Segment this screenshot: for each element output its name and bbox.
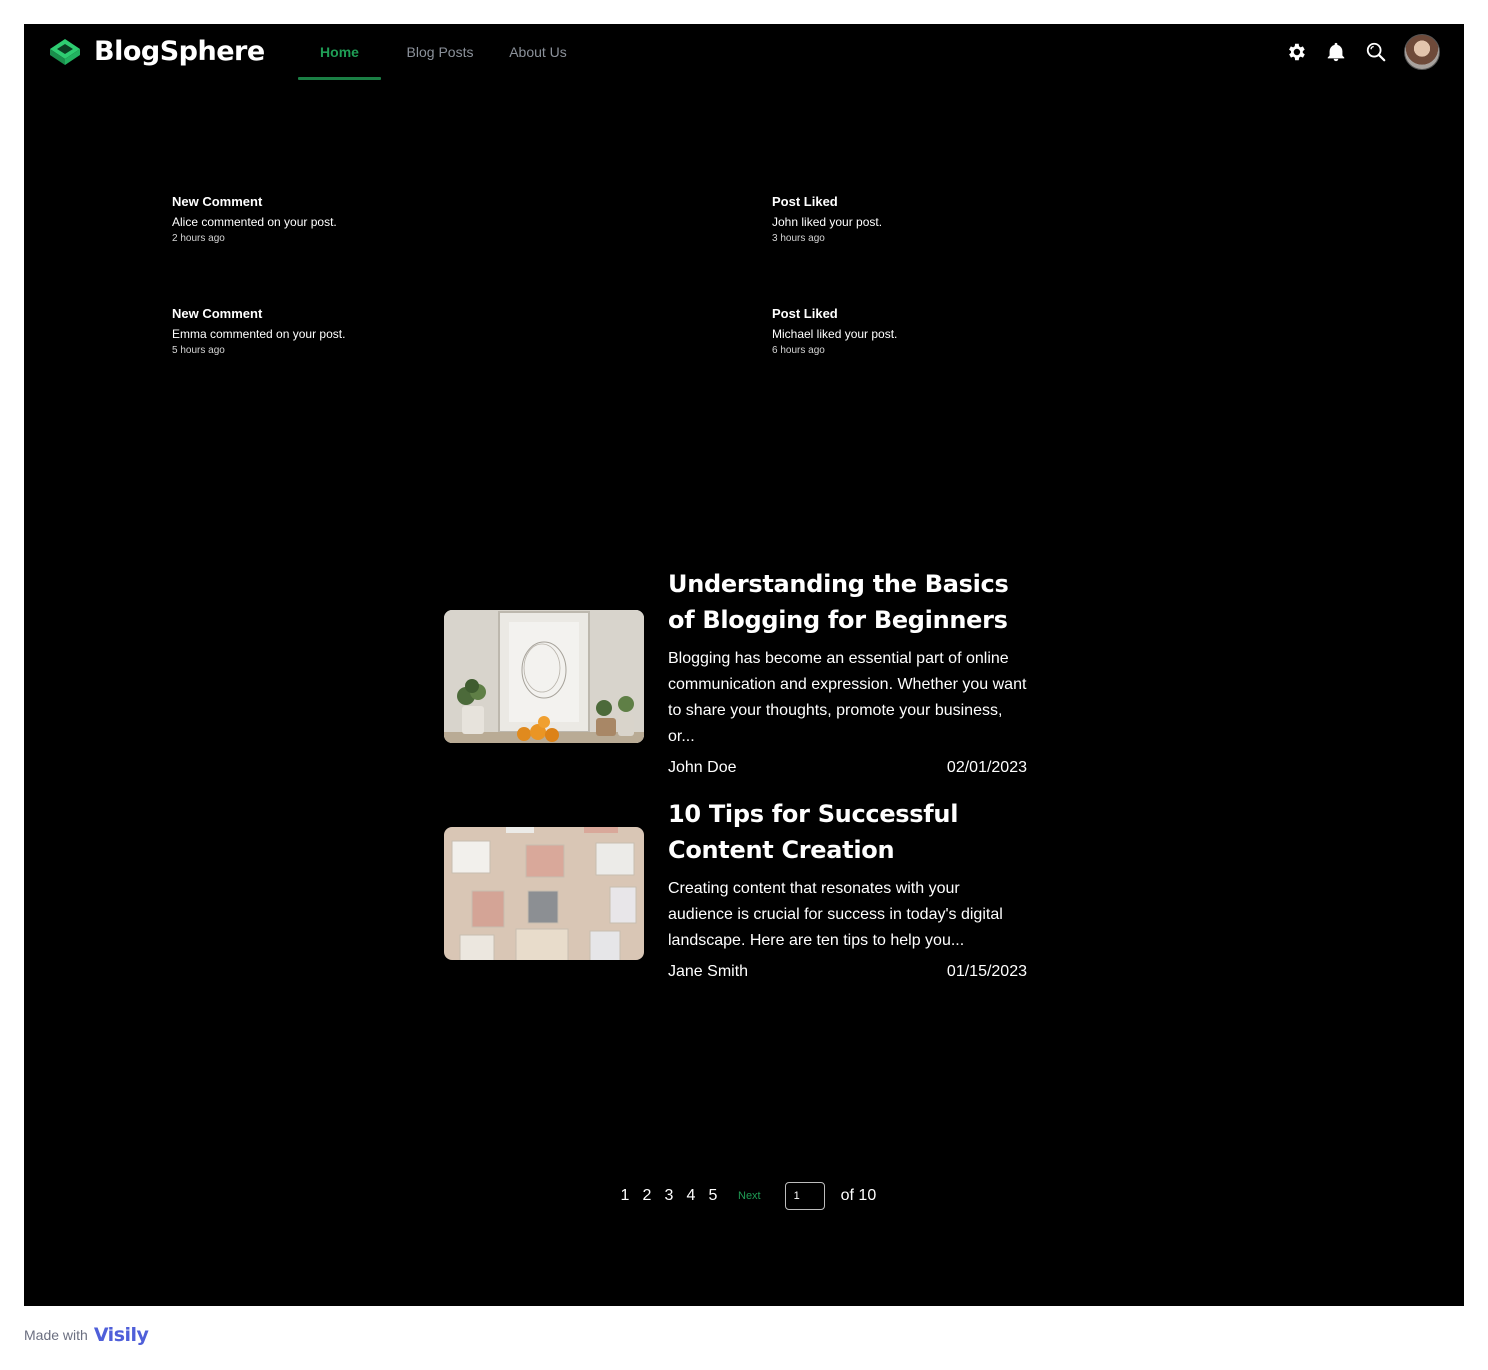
post-meta: Jane Smith 01/15/2023 — [668, 962, 1027, 982]
page-link[interactable]: 3 — [658, 1187, 680, 1205]
tab-blog-posts[interactable]: Blog Posts — [391, 24, 489, 80]
page-total: of 10 — [840, 1187, 877, 1204]
logo-icon — [50, 39, 80, 65]
post-author: Jane Smith — [668, 963, 749, 980]
search-icon[interactable] — [1364, 40, 1388, 64]
post-excerpt: Creating content that resonates with you… — [668, 880, 1003, 949]
post-title[interactable]: Understanding the Basics of Blogging for… — [668, 566, 1027, 638]
page-link[interactable]: 1 — [614, 1187, 636, 1205]
page-link[interactable]: 2 — [636, 1187, 658, 1205]
notification-title: New Comment — [172, 306, 263, 321]
gear-icon[interactable] — [1284, 40, 1308, 64]
top-bar: BlogSphere Home Blog Posts About Us — [24, 24, 1464, 80]
tab-about-us[interactable]: About Us — [509, 24, 567, 80]
tab-home[interactable]: Home — [298, 24, 381, 80]
post-date: 02/01/2023 — [946, 759, 1027, 776]
notification-message: John liked your post. — [772, 215, 883, 229]
notification-message: Michael liked your post. — [772, 327, 898, 341]
post-date: 01/15/2023 — [946, 963, 1027, 980]
made-with-label: Made with — [24, 1327, 88, 1343]
notification-item[interactable]: New Comment Emma commented on your post.… — [172, 306, 592, 357]
page-number-input[interactable] — [784, 1182, 825, 1210]
notification-item[interactable]: Post Liked Michael liked your post. 6 ho… — [772, 306, 1192, 357]
notification-title: Post Liked — [772, 194, 838, 209]
notification-title: New Comment — [172, 194, 263, 209]
pagination: 1 2 3 4 5 Next of 10 — [614, 1182, 876, 1210]
notification-message: Alice commented on your post. — [172, 215, 337, 229]
next-page-button[interactable]: Next — [738, 1190, 761, 1202]
notification-message: Emma commented on your post. — [172, 327, 346, 341]
brand-name: BlogSphere — [94, 36, 265, 67]
post-author: John Doe — [668, 759, 737, 776]
post-body: 10 Tips for Successful Content Creation … — [668, 796, 1027, 982]
post-excerpt: Blogging has become an essential part of… — [668, 650, 1027, 745]
post-body: Understanding the Basics of Blogging for… — [668, 566, 1027, 778]
bell-icon[interactable] — [1324, 40, 1348, 64]
post-thumbnail[interactable] — [444, 827, 644, 960]
notification-item[interactable]: Post Liked John liked your post. 3 hours… — [772, 194, 1192, 245]
page-link[interactable]: 4 — [680, 1187, 702, 1205]
avatar[interactable] — [1404, 34, 1440, 70]
post-title[interactable]: 10 Tips for Successful Content Creation — [668, 796, 1027, 868]
post-meta: John Doe 02/01/2023 — [668, 758, 1027, 778]
app-frame: BlogSphere Home Blog Posts About Us New … — [24, 24, 1464, 1306]
post-thumbnail[interactable] — [444, 610, 644, 743]
notification-title: Post Liked — [772, 306, 838, 321]
brand[interactable]: BlogSphere — [48, 36, 265, 68]
notification-time: 2 hours ago — [172, 233, 225, 244]
notification-item[interactable]: New Comment Alice commented on your post… — [172, 194, 592, 245]
notification-time: 6 hours ago — [772, 345, 825, 356]
notification-time: 3 hours ago — [772, 233, 825, 244]
page-link[interactable]: 5 — [702, 1187, 724, 1205]
notification-time: 5 hours ago — [172, 345, 225, 356]
main-nav: Home Blog Posts About Us — [298, 24, 567, 80]
visily-logo: Visily — [93, 1324, 149, 1346]
header-actions — [1284, 34, 1440, 70]
made-with-badge[interactable]: Made with Visily — [24, 1324, 149, 1346]
